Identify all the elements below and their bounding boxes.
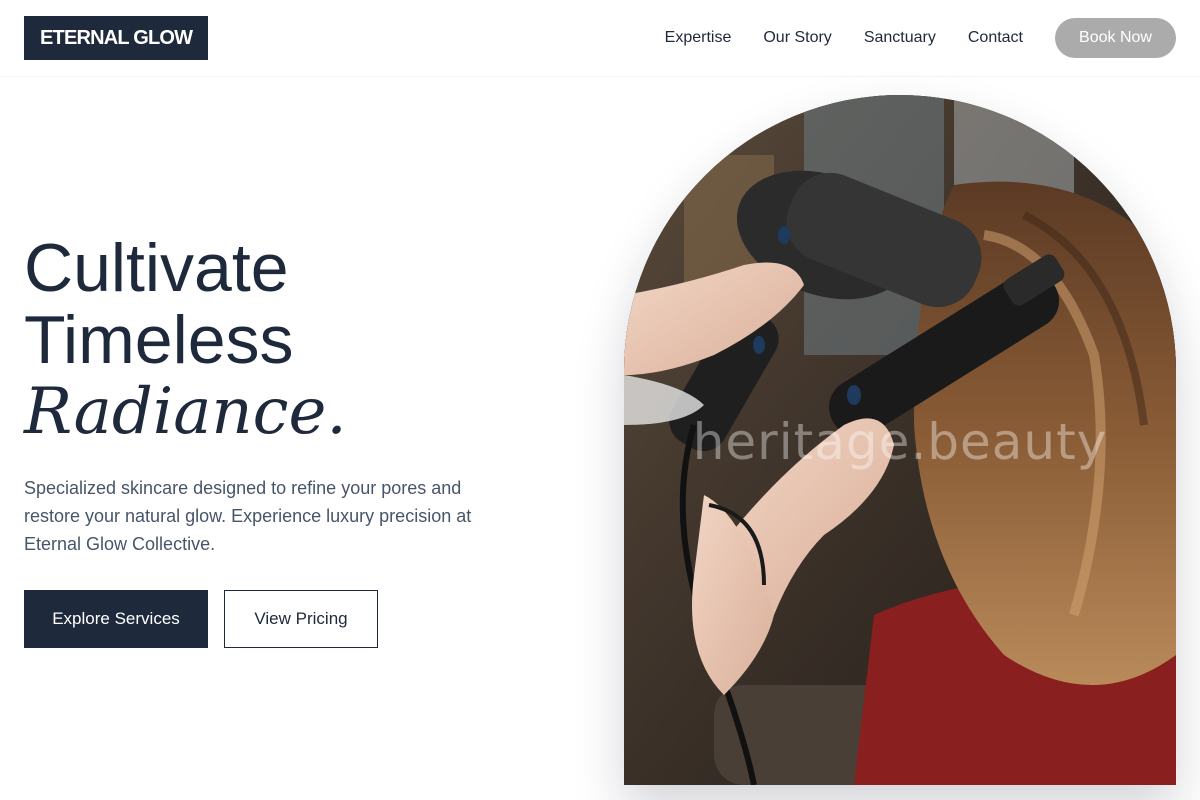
hero-image: heritage.beauty xyxy=(624,95,1176,785)
site-header: ETERNAL GLOW Expertise Our Story Sanctua… xyxy=(0,0,1200,77)
image-watermark: heritage.beauty xyxy=(692,413,1108,471)
nav-link-our-story[interactable]: Our Story xyxy=(763,29,831,47)
main-nav: Expertise Our Story Sanctuary Contact Bo… xyxy=(665,18,1176,58)
nav-link-sanctuary[interactable]: Sanctuary xyxy=(864,29,936,47)
view-pricing-button[interactable]: View Pricing xyxy=(224,590,378,648)
nav-link-contact[interactable]: Contact xyxy=(968,29,1023,47)
brand-logo[interactable]: ETERNAL GLOW xyxy=(24,16,209,60)
nav-link-expertise[interactable]: Expertise xyxy=(665,29,732,47)
hero-headline: Cultivate Timeless Radiance. xyxy=(24,232,564,448)
explore-services-button[interactable]: Explore Services xyxy=(24,590,208,648)
headline-line-2: Timeless xyxy=(24,302,294,378)
headline-accent: Radiance. xyxy=(24,375,347,449)
hero-description: Specialized skincare designed to refine … xyxy=(24,478,472,554)
headline-line-1: Cultivate xyxy=(24,230,289,306)
book-now-button[interactable]: Book Now xyxy=(1055,18,1176,58)
